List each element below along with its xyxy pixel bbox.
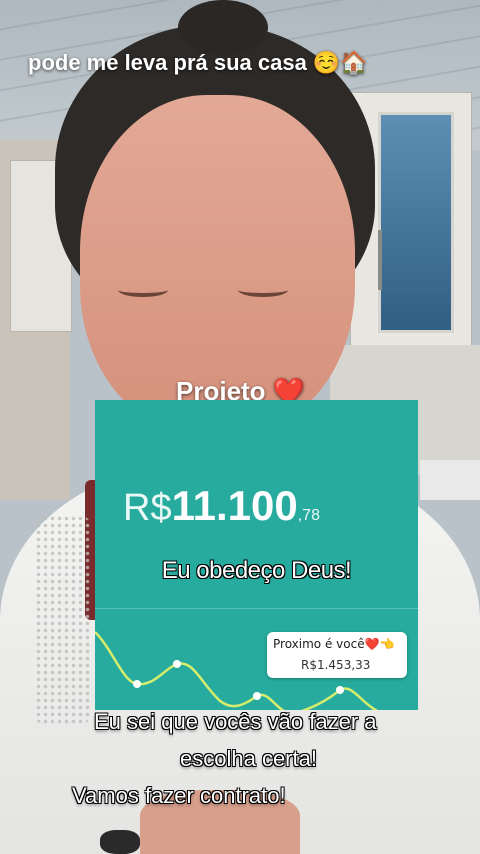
chart-point-2 [173,660,181,668]
tooltip-value: R$1.453,33 [301,658,371,672]
caption-top: pode me leva prá sua casa ☺️🏠 [28,50,368,75]
card-headline: Eu obedeço Deus! [161,557,352,584]
amount-cents: ,78 [297,507,320,524]
currency-symbol: R$ [123,487,172,529]
fingernail [100,830,140,854]
cabinet-handle [378,230,382,290]
chart-point-3 [253,692,261,700]
right-eye [238,283,288,297]
balance-card: R$11.100,78 Eu obedeço Deus! Proximo é v… [95,400,418,710]
caption-bottom-line1: Eu sei que vocês vão fazer a [94,709,377,734]
hair-bun [178,0,268,55]
heart-icon: ❤️ [364,637,380,651]
amount-main: 11.100 [171,482,298,529]
chart-point-1 [133,680,141,688]
sequin-trim [35,515,90,725]
card-divider [95,608,418,609]
cabinet-glass-door [378,112,454,333]
chart-tooltip: Proximo é você❤️👈 R$1.453,33 [267,632,407,678]
left-eye [118,283,168,297]
wall-tile [420,460,480,500]
caption-bottom-line2: escolha certa! [180,746,317,771]
balance-amount: R$11.100,78 [123,482,320,530]
chart-point-4 [336,686,344,694]
caption-bottom-line3: Vamos fazer contrato! [72,783,286,808]
pointing-hand-icon: 👈 [379,637,395,651]
tooltip-label: Proximo é você [273,637,365,651]
tooltip-label-row: Proximo é você❤️👈 [273,637,394,651]
